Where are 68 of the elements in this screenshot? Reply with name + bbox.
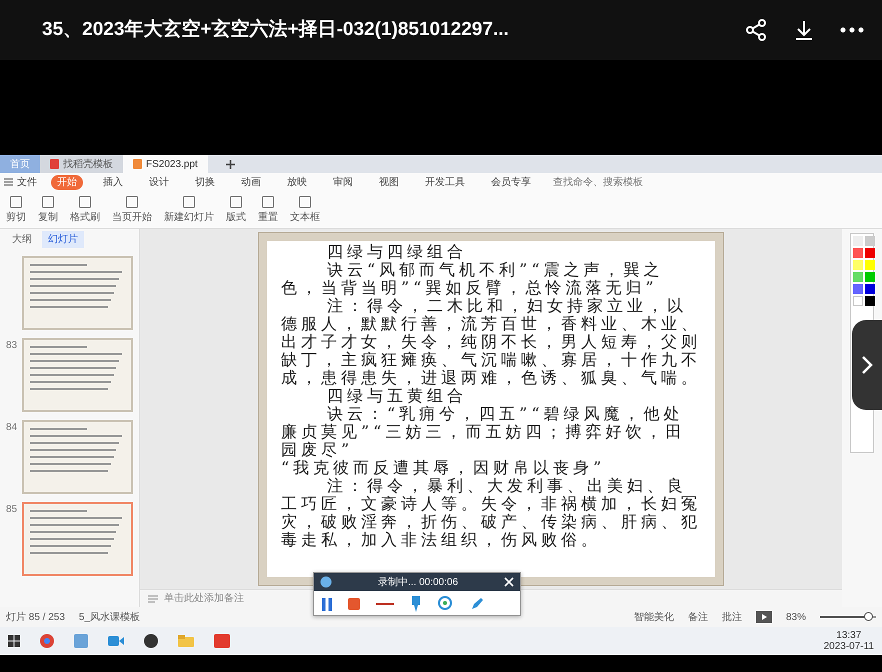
notes-button[interactable]: 备注 bbox=[688, 610, 708, 624]
recording-status: 录制中... 00:00:06 bbox=[378, 576, 458, 590]
panel-tab[interactable]: 大纲 bbox=[6, 231, 38, 248]
menu-tab[interactable]: 切换 bbox=[189, 174, 221, 190]
template-name: 5_风水课模板 bbox=[78, 610, 140, 624]
slide-thumbnail[interactable] bbox=[22, 502, 133, 576]
square-icon bbox=[229, 194, 243, 208]
ribbon-button[interactable]: 版式 bbox=[226, 194, 246, 224]
file-menu[interactable]: 文件 bbox=[4, 174, 37, 190]
line-icon[interactable] bbox=[376, 602, 394, 606]
new-tab-button[interactable] bbox=[226, 160, 235, 168]
document-icon bbox=[133, 159, 142, 169]
search-field[interactable]: 查找命令、搜索模板 bbox=[551, 174, 671, 190]
marker-icon[interactable] bbox=[410, 596, 422, 612]
comments-button[interactable]: 批注 bbox=[722, 610, 742, 624]
menu-tab[interactable]: 动画 bbox=[235, 174, 267, 190]
video-title: 35、2023年大玄空+玄空六法+择日-032(1)851012297... bbox=[42, 18, 509, 42]
menu-icon bbox=[4, 178, 13, 186]
app-icon[interactable] bbox=[144, 634, 158, 648]
menu-tab[interactable]: 审阅 bbox=[327, 174, 359, 190]
menu-tab[interactable]: 放映 bbox=[281, 174, 313, 190]
menu-tab[interactable]: 插入 bbox=[97, 174, 129, 190]
webcam-icon[interactable] bbox=[438, 596, 454, 612]
pause-icon[interactable] bbox=[322, 598, 332, 610]
slider-thumb[interactable] bbox=[864, 612, 873, 621]
ribbon-button[interactable]: 重置 bbox=[258, 194, 278, 224]
app-tab[interactable]: FS2023.ppt bbox=[123, 155, 208, 173]
square-icon bbox=[78, 194, 92, 208]
menu-tab[interactable]: 视图 bbox=[373, 174, 405, 190]
beautify-button[interactable]: 智能美化 bbox=[634, 610, 674, 624]
share-icon[interactable] bbox=[744, 18, 768, 42]
chevron-icon bbox=[861, 355, 873, 375]
slide-number: 83 bbox=[6, 339, 18, 353]
ribbon-button[interactable]: 剪切 bbox=[6, 194, 26, 224]
more-icon[interactable] bbox=[840, 27, 864, 33]
document-icon bbox=[50, 159, 59, 169]
ribbon-button[interactable]: 格式刷 bbox=[70, 194, 100, 224]
camera-icon[interactable] bbox=[108, 636, 124, 646]
menu-tab[interactable]: 会员专享 bbox=[485, 174, 537, 190]
slide-thumbnail[interactable] bbox=[22, 420, 133, 494]
ribbon-button[interactable]: 复制 bbox=[38, 194, 58, 224]
square-icon bbox=[41, 194, 55, 208]
ribbon-button[interactable]: 当页开始 bbox=[112, 194, 152, 224]
notes-icon bbox=[148, 594, 158, 602]
square-icon bbox=[298, 194, 312, 208]
slide-number: 84 bbox=[6, 421, 18, 435]
slide-thumbnail[interactable] bbox=[22, 256, 133, 330]
slide-number: 85 bbox=[6, 503, 18, 517]
slide-counter: 灯片 85 / 253 bbox=[6, 610, 65, 624]
app-tab[interactable]: 找稻壳模板 bbox=[40, 155, 123, 173]
next-arrow-overlay[interactable] bbox=[852, 320, 882, 410]
square-icon bbox=[182, 194, 196, 208]
menu-tab[interactable]: 设计 bbox=[143, 174, 175, 190]
close-icon[interactable] bbox=[504, 574, 514, 590]
panel-tab[interactable]: 幻灯片 bbox=[42, 231, 84, 248]
square-icon bbox=[261, 194, 275, 208]
recorder-logo-icon bbox=[320, 576, 332, 588]
menu-tab[interactable]: 开发工具 bbox=[419, 174, 471, 190]
pen-icon[interactable] bbox=[470, 597, 484, 611]
ribbon-button[interactable]: 文本框 bbox=[290, 194, 320, 224]
slide-thumbnail[interactable] bbox=[22, 338, 133, 412]
taskbar-clock[interactable]: 13:37 2023-07-11 bbox=[824, 630, 874, 652]
zoom-level: 83% bbox=[786, 610, 806, 624]
square-icon bbox=[9, 194, 23, 208]
windows-icon[interactable] bbox=[8, 635, 20, 647]
square-icon bbox=[125, 194, 139, 208]
ribbon-button[interactable]: 新建幻灯片 bbox=[164, 194, 214, 224]
play-button[interactable] bbox=[756, 611, 772, 623]
